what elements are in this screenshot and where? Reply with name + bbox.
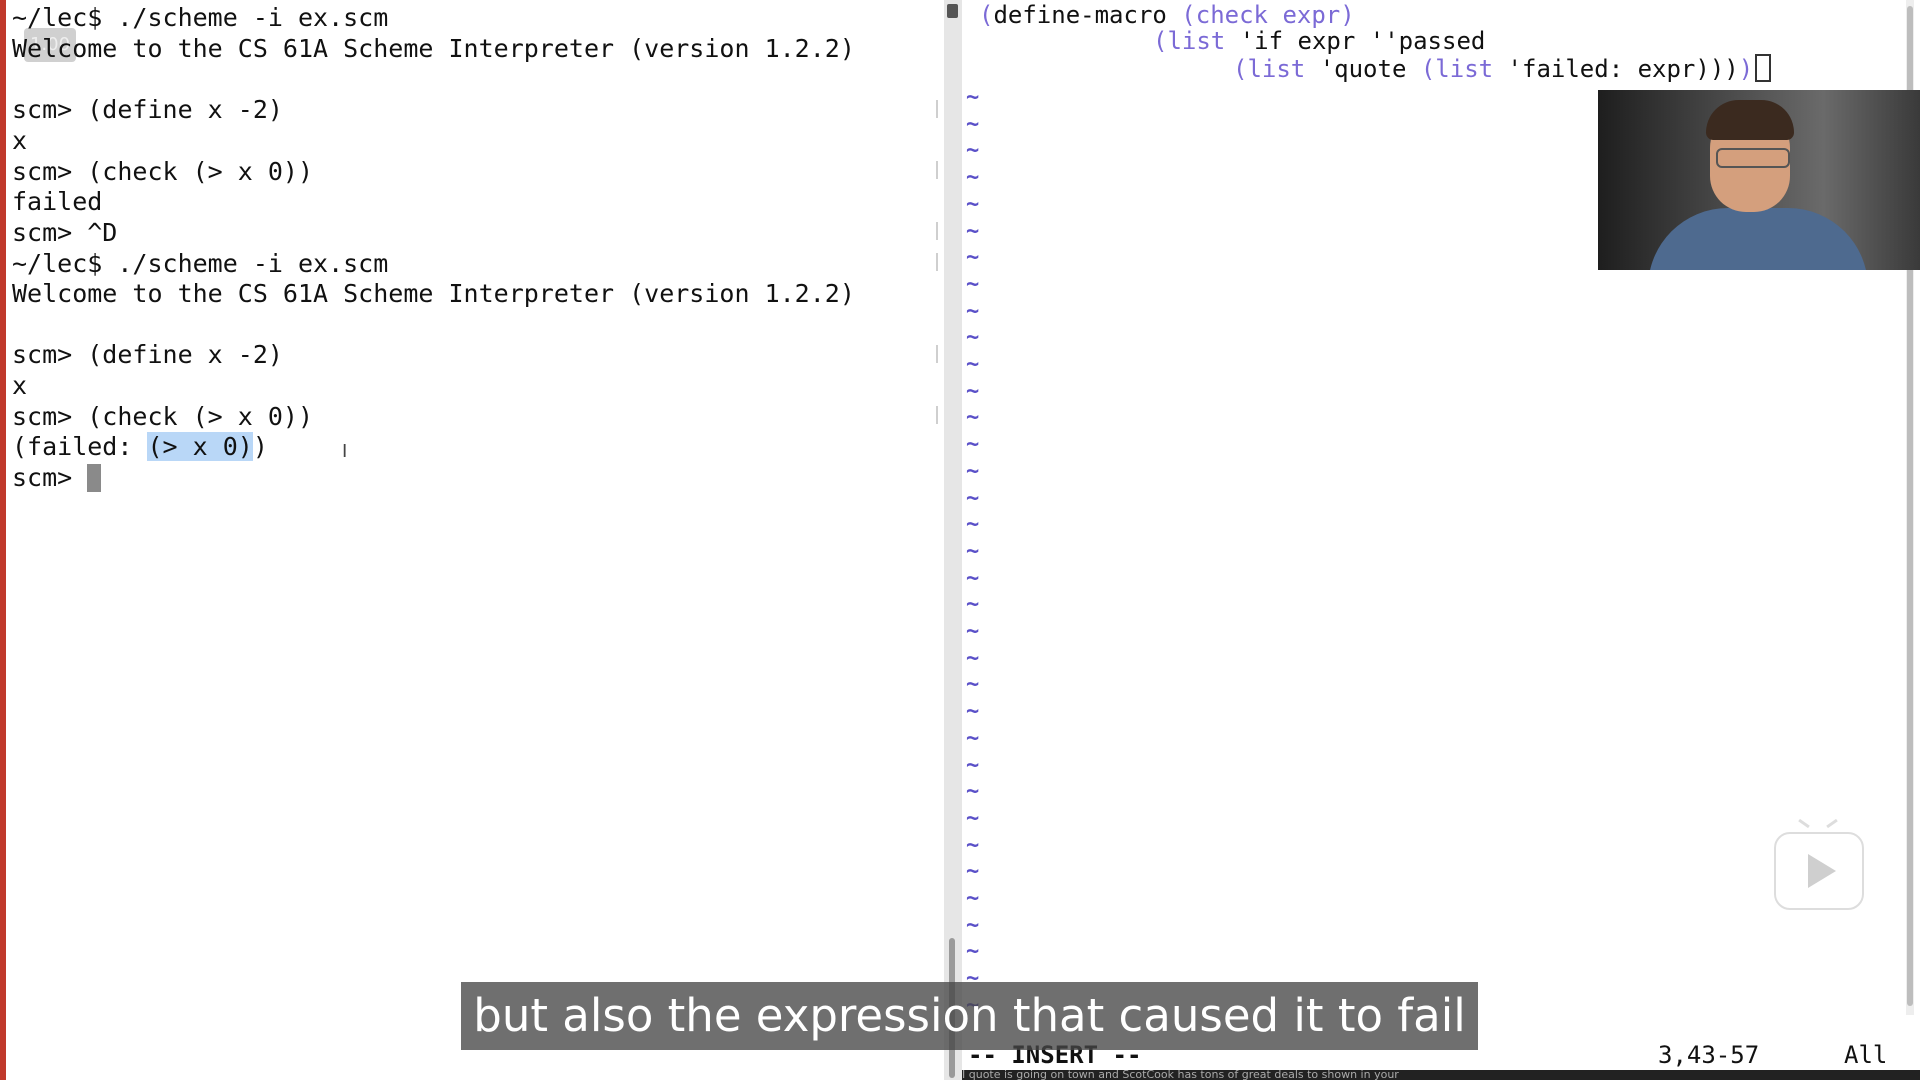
cursor-position: 3,43-57 [1658, 1041, 1760, 1069]
empty-line-tilde: ~ [966, 805, 980, 831]
empty-line-tilde: ~ [966, 325, 980, 351]
terminal-edge-bar [0, 0, 6, 1080]
empty-line-tilde: ~ [966, 165, 980, 191]
empty-line-tilde: ~ [966, 672, 980, 698]
empty-line-tilde: ~ [966, 538, 980, 564]
code-body: 'failed: expr))) [1493, 55, 1739, 83]
empty-line-tilde: ~ [966, 271, 980, 297]
empty-line-tilde: ~ [966, 859, 980, 885]
paren: ) [1738, 55, 1754, 83]
empty-line-tilde: ~ [966, 565, 980, 591]
terminal-line: ~/lec$ ./scheme -i ex.scm [12, 3, 389, 32]
terminal-failed-output: (failed: (> x 0)) [12, 432, 268, 462]
empty-line-tilde: ~ [966, 218, 980, 244]
empty-line-tilde: ~ [966, 352, 980, 377]
selected-expression[interactable]: (> x 0) [147, 432, 253, 461]
empty-line-tilde: ~ [966, 378, 980, 404]
terminal-line: Welcome to the CS 61A Scheme Interpreter… [12, 34, 855, 63]
terminal-prompt-line[interactable]: scm> [12, 463, 102, 493]
terminal-line: x [12, 371, 28, 400]
empty-line-tilde: ~ [966, 512, 980, 538]
video-subtitle: but also the expression that caused it t… [461, 982, 1478, 1050]
empty-line-tilde: ~ [966, 752, 980, 778]
terminal-line: scm> ^D [12, 218, 118, 247]
line-marker [936, 253, 938, 271]
empty-line-tilde: ~ [966, 405, 980, 431]
empty-line-tilde: ~ [966, 485, 980, 511]
terminal-line: scm> (check (> x 0)) [12, 157, 314, 186]
terminal-line: x [12, 126, 28, 155]
scroll-indicator: All [1844, 1041, 1888, 1069]
code-list: (list [1153, 27, 1226, 55]
code-keyword: define-macro [993, 1, 1167, 29]
failed-prefix: (failed: [12, 432, 148, 461]
code-list: (list [1420, 55, 1494, 83]
paren: ( [979, 1, 994, 29]
terminal-line: scm> (define x -2) [12, 340, 283, 369]
terminal-prompt: scm> [12, 463, 88, 492]
line-marker [936, 161, 938, 179]
empty-line-tilde: ~ [966, 432, 980, 458]
empty-line-tilde: ~ [966, 298, 980, 324]
empty-line-tilde: ~ [966, 912, 980, 938]
empty-line-tilde: ~ [966, 191, 980, 217]
empty-line-tilde: ~ [966, 111, 980, 137]
terminal-pane[interactable]: 1.00 ~/lec$ ./scheme -i ex.scm Welcome t… [0, 0, 944, 1080]
empty-line-tilde: ~ [966, 645, 980, 671]
terminal-line: scm> (define x -2) [12, 95, 283, 124]
play-icon [1808, 854, 1836, 888]
empty-line-tilde: ~ [966, 832, 980, 858]
presenter-glasses [1716, 148, 1790, 168]
line-marker [936, 100, 938, 118]
empty-line-tilde: ~ [966, 699, 980, 725]
empty-line-tilde: ~ [966, 138, 980, 164]
code-body: 'quote [1305, 55, 1421, 83]
webcam-overlay [1598, 90, 1920, 270]
bottom-ad-strip: I quote is going on town and ScotCook ha… [962, 1070, 1920, 1080]
empty-line-tilde: ~ [966, 725, 980, 751]
play-button[interactable] [1774, 818, 1864, 910]
terminal-line: failed [12, 187, 103, 216]
code-line-2: (list 'if expr ''passed [1153, 28, 1485, 54]
split-handle-icon[interactable] [947, 4, 958, 18]
code-line-1: (define-macro (check expr) [979, 2, 1355, 28]
line-marker [936, 345, 938, 363]
empty-line-tilde: ~ [966, 85, 980, 110]
empty-line-tilde: ~ [966, 458, 980, 484]
failed-suffix: ) [252, 432, 268, 461]
presenter-hair [1706, 100, 1794, 140]
empty-line-tilde: ~ [966, 245, 980, 271]
terminal-line: scm> (check (> x 0)) [12, 402, 314, 431]
terminal-line: ~/lec$ ./scheme -i ex.scm [12, 249, 389, 278]
empty-line-tilde: ~ [966, 592, 980, 618]
terminal-cursor [87, 464, 102, 492]
pane-divider[interactable] [944, 0, 962, 1080]
code-list: (list [1233, 55, 1306, 83]
code-line-3: (list 'quote (list 'failed: expr)))) [1233, 54, 1772, 83]
text-cursor-icon: I [342, 441, 348, 462]
empty-line-tilde: ~ [966, 886, 980, 911]
line-marker [936, 406, 938, 424]
line-marker [936, 222, 938, 240]
code-body: 'if expr ''passed [1225, 27, 1486, 55]
code-signature: (check expr) [1166, 1, 1355, 29]
terminal-line: Welcome to the CS 61A Scheme Interpreter… [12, 279, 855, 308]
editor-cursor [1755, 54, 1772, 82]
empty-line-tilde: ~ [966, 619, 980, 644]
empty-line-tilde: ~ [966, 779, 980, 805]
empty-line-tilde: ~ [966, 939, 980, 965]
